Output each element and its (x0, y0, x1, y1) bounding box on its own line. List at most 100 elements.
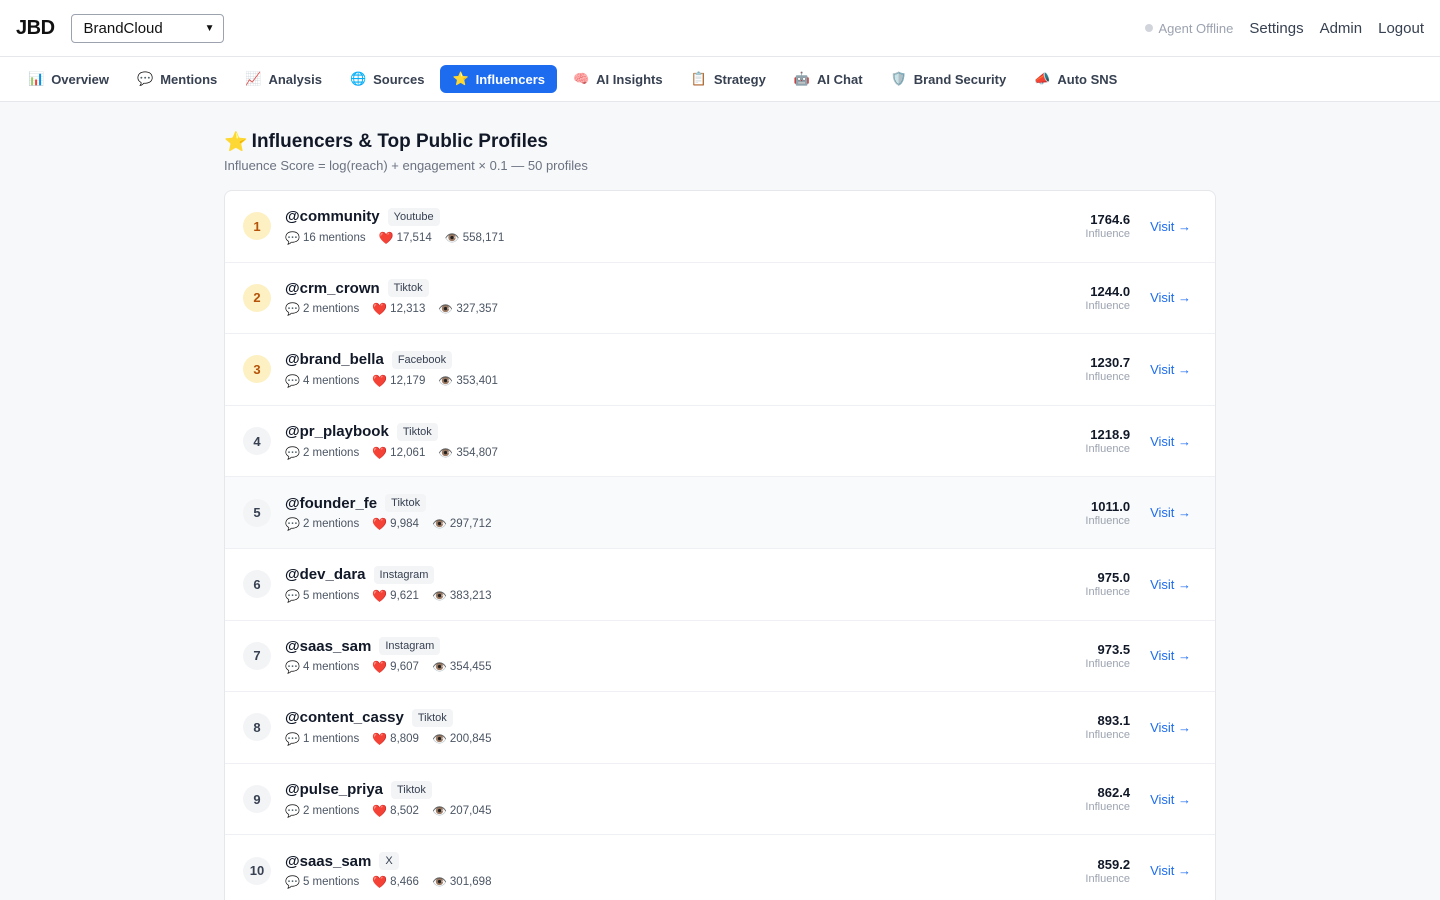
platform-badge: Tiktok (411, 708, 453, 727)
top-bar-actions: Agent Offline Settings Admin Logout (1145, 20, 1424, 37)
visit-link[interactable]: Visit → (1150, 648, 1191, 663)
settings-link[interactable]: Settings (1249, 20, 1303, 37)
heart-icon: ❤️ (372, 875, 388, 890)
likes-count: 8,809 (390, 732, 419, 745)
page-subtitle: Influence Score = log(reach) + engagemen… (224, 158, 588, 173)
influencer-info: @content_cassy Tiktok 💬 1 mentions ❤️ 8,809 👁️… (285, 708, 1085, 746)
influence-score-label: Influence (1085, 443, 1131, 456)
agent-status-label: Agent Offline (1158, 20, 1234, 36)
likes-count: 9,607 (390, 661, 419, 674)
influencer-row: 3 @brand_bella Facebook 💬 4 mentions ❤️ 12,179… (225, 334, 1215, 406)
eye-icon: 👁️ (431, 803, 447, 818)
influencer-list: 1 @community Youtube 💬 16 mentions ❤️ 17,514 👁️… (224, 190, 1216, 900)
visit-link[interactable]: Visit → (1150, 362, 1191, 377)
influencer-handle[interactable]: @pulse_priya (285, 781, 383, 798)
heart-icon: ❤️ (372, 373, 388, 388)
views-stat: 👁️ 301,698 (432, 875, 492, 889)
tab-ai-insights[interactable]: 🧠 AI Insights (561, 65, 675, 93)
chevron-down-icon: ▼ (204, 22, 215, 34)
name-line: @pulse_priya Tiktok (285, 780, 1085, 799)
mentions-stat: 💬 2 mentions (285, 302, 359, 316)
tab-brand-security[interactable]: 🛡️ Brand Security (879, 65, 1019, 93)
views-count: 327,357 (456, 303, 498, 316)
platform-badge: Facebook (391, 350, 453, 369)
visit-link[interactable]: Visit → (1150, 577, 1191, 592)
page-title-text: Influencers & Top Public Profiles (251, 131, 548, 152)
influence-score-value: 893.1 (1097, 713, 1131, 729)
brain-icon: 🧠 (572, 71, 590, 86)
platform-badge: Instagram (373, 565, 435, 584)
rank-badge: 2 (243, 283, 271, 312)
mentions-count: 2 mentions (302, 804, 360, 817)
influence-score-value: 859.2 (1097, 856, 1131, 872)
mentions-count: 16 mentions (302, 231, 366, 244)
admin-link[interactable]: Admin (1320, 20, 1363, 37)
influencer-stats: 💬 2 mentions ❤️ 12,313 👁️ 327,357 (285, 302, 1085, 316)
influencer-handle[interactable]: @brand_bella (285, 351, 384, 368)
views-count: 558,171 (462, 231, 505, 244)
visit-link[interactable]: Visit → (1150, 720, 1191, 735)
influence-score-value: 1218.9 (1090, 427, 1131, 443)
speech-bubble-icon: 💬 (285, 373, 300, 388)
influencer-handle[interactable]: @saas_sam (285, 853, 371, 870)
visit-link[interactable]: Visit → (1150, 219, 1191, 234)
likes-count: 12,313 (390, 303, 426, 316)
visit-link[interactable]: Visit → (1150, 863, 1191, 878)
star-icon: ⭐ (452, 71, 469, 86)
visit-link[interactable]: Visit → (1150, 792, 1191, 807)
influencer-row: 2 @crm_crown Tiktok 💬 2 mentions ❤️ 12,313 👁️ 32… (225, 263, 1215, 335)
app-logo[interactable]: JBD (16, 17, 55, 40)
influence-score-label: Influence (1085, 228, 1131, 241)
mentions-count: 4 mentions (302, 661, 360, 674)
influencer-handle[interactable]: @saas_sam (285, 638, 371, 655)
influencer-handle[interactable]: @dev_dara (285, 566, 366, 583)
mentions-count: 5 mentions (302, 876, 360, 889)
visit-link[interactable]: Visit → (1150, 505, 1191, 520)
eye-icon: 👁️ (444, 230, 460, 245)
influencer-stats: 💬 4 mentions ❤️ 9,607 👁️ 354,455 (285, 660, 1085, 674)
views-count: 354,455 (449, 661, 492, 674)
likes-stat: ❤️ 9,621 (372, 589, 419, 603)
tab-auto-sns[interactable]: 📣 Auto SNS (1022, 65, 1129, 93)
tab-ai-chat[interactable]: 🤖 AI Chat (782, 65, 875, 93)
tab-mentions[interactable]: 💬 Mentions (125, 65, 229, 93)
influencer-handle[interactable]: @community (285, 208, 380, 225)
platform-badge: Tiktok (385, 494, 427, 513)
influence-score: 973.5 Influence (1085, 642, 1130, 670)
likes-stat: ❤️ 8,466 (372, 875, 419, 889)
tab-analysis[interactable]: 📈 Analysis (233, 65, 334, 93)
influencer-stats: 💬 1 mentions ❤️ 8,809 👁️ 200,845 (285, 732, 1085, 746)
influencer-handle[interactable]: @content_cassy (285, 709, 404, 726)
influencer-handle[interactable]: @founder_fe (285, 495, 377, 512)
visit-link[interactable]: Visit → (1150, 434, 1191, 449)
star-icon: ⭐ (224, 132, 248, 153)
tab-influencers[interactable]: ⭐ Influencers (440, 65, 557, 93)
eye-icon: 👁️ (431, 517, 447, 532)
influencer-handle[interactable]: @crm_crown (285, 280, 380, 297)
views-stat: 👁️ 558,171 (445, 231, 505, 245)
brand-select[interactable]: BrandCloud ▼ (70, 13, 224, 43)
influence-score: 893.1 Influence (1085, 713, 1130, 741)
likes-count: 9,621 (390, 589, 419, 602)
trend-icon: 📈 (245, 71, 262, 86)
influencer-stats: 💬 16 mentions ❤️ 17,514 👁️ 558,171 (285, 231, 1085, 245)
influence-score: 1244.0 Influence (1085, 284, 1130, 312)
influence-score: 1218.9 Influence (1085, 427, 1130, 455)
tab-overview[interactable]: 📊 Overview (16, 65, 121, 93)
likes-stat: ❤️ 12,313 (372, 302, 425, 316)
name-line: @saas_sam Instagram (285, 637, 1085, 656)
logout-link[interactable]: Logout (1378, 20, 1424, 37)
tab-label: AI Chat (817, 71, 863, 87)
influence-score-value: 1230.7 (1090, 355, 1131, 371)
tab-strategy[interactable]: 📋 Strategy (679, 65, 778, 93)
name-line: @community Youtube (285, 207, 1085, 226)
influence-score-label: Influence (1085, 299, 1131, 312)
tab-sources[interactable]: 🌐 Sources (338, 65, 437, 93)
clipboard-icon: 📋 (690, 71, 707, 86)
influencer-handle[interactable]: @pr_playbook (285, 423, 389, 440)
heart-icon: ❤️ (372, 588, 388, 603)
visit-link[interactable]: Visit → (1150, 290, 1191, 305)
rank-badge: 3 (243, 355, 271, 384)
mentions-stat: 💬 1 mentions (285, 732, 359, 746)
status-dot-icon (1145, 24, 1154, 32)
